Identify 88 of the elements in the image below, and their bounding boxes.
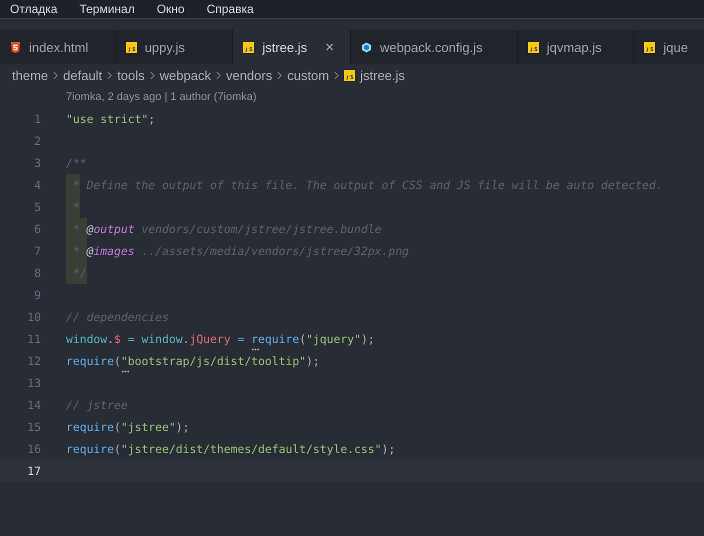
chevron-right-icon <box>107 70 112 80</box>
line-number: 16 <box>26 442 42 456</box>
chevron-right-icon <box>150 70 155 80</box>
code-identifier: window <box>66 332 108 346</box>
cube-icon <box>360 42 372 52</box>
code-property: $ <box>114 332 121 346</box>
comment-marker: */ <box>66 262 87 284</box>
breadcrumb-item[interactable]: default <box>63 68 102 82</box>
menu-item[interactable]: Окно <box>156 2 185 16</box>
line-number: 5 <box>33 200 42 214</box>
doc-tag: images <box>93 244 135 258</box>
line-number: 11 <box>26 332 42 346</box>
editor-tab[interactable]: jqvmap.js <box>518 30 634 64</box>
code-punctuation: ); <box>176 420 190 434</box>
line-number: 10 <box>26 310 42 324</box>
line-number: 3 <box>33 156 42 170</box>
breadcrumb-item[interactable]: custom <box>287 68 330 82</box>
breadcrumb-item[interactable]: theme <box>12 68 48 82</box>
code-punctuation: . <box>182 332 190 346</box>
string-literal: "use strict" <box>66 112 148 126</box>
line-number: 9 <box>33 288 42 302</box>
code-punctuation: . <box>107 332 114 346</box>
line-number: 12 <box>26 354 42 368</box>
string-literal: "jstree" <box>120 420 176 434</box>
code-comment: // dependencies <box>66 310 169 324</box>
doc-tag: @ <box>86 222 94 236</box>
code-punctuation: ); <box>381 442 396 456</box>
line-number: 2 <box>33 134 42 148</box>
code-comment: ../assets/media/vendors/jstree/32px.png <box>140 244 409 258</box>
code-punctuation: ); <box>306 354 320 368</box>
js-file-icon <box>243 42 254 52</box>
html-file-icon <box>10 42 21 52</box>
code-identifier: = <box>236 332 246 346</box>
menu-item[interactable]: Терминал <box>79 2 135 16</box>
line-number: 15 <box>26 420 42 434</box>
string-literal: "jstree/dist/themes/default/style.css" <box>120 442 382 456</box>
editor-tab[interactable]: index.html <box>0 30 116 64</box>
line-number: 8 <box>33 266 42 280</box>
editor-tab[interactable]: webpack.config.js <box>350 30 518 64</box>
function-name: require <box>66 354 114 368</box>
blame-annotation[interactable]: 7iomka, 2 days ago | 1 author (7iomka) <box>66 91 257 103</box>
doc-tag: @ <box>86 244 94 258</box>
function-name: require <box>66 442 114 456</box>
breadcrumb-item[interactable]: jstree.js <box>360 68 405 82</box>
line-number: 1 <box>33 112 42 126</box>
code-identifier: = window <box>126 332 183 346</box>
js-file-icon <box>528 42 539 52</box>
function-name: require <box>66 420 114 434</box>
breadcrumb-item[interactable]: webpack <box>160 68 211 82</box>
js-file-icon <box>126 42 137 52</box>
code-comment: vendors/custom/jstree/jstree.bundle <box>140 222 382 236</box>
editor-tab[interactable]: jstree.js × <box>233 30 351 64</box>
code-comment: /** <box>66 156 87 170</box>
line-number: 14 <box>26 398 42 412</box>
string-literal: "bootstrap/js/dist/tooltip" <box>120 354 306 368</box>
chevron-right-icon <box>216 70 221 80</box>
menu-item[interactable]: Справка <box>206 2 254 16</box>
code-punctuation: ); <box>360 332 375 346</box>
comment-marker: * <box>66 196 80 218</box>
menu-item[interactable]: Отладка <box>10 2 58 16</box>
breadcrumb-item[interactable]: vendors <box>226 68 272 82</box>
code-comment: // jstree <box>66 398 128 412</box>
line-number: 17 <box>26 464 42 478</box>
code-punctuation: ( <box>114 442 121 456</box>
comment-marker: * <box>66 174 80 196</box>
comment-marker: * <box>66 240 87 262</box>
function-name: require <box>251 332 300 346</box>
chevron-right-icon <box>277 70 282 80</box>
chevron-right-icon <box>53 70 58 80</box>
close-icon[interactable]: × <box>325 38 334 56</box>
line-number: 6 <box>33 222 42 236</box>
code-punctuation: ( <box>114 354 121 368</box>
doc-tag: output <box>93 222 135 236</box>
code-punctuation: ( <box>114 420 121 434</box>
code-punctuation: ; <box>148 112 156 126</box>
code-punctuation: ( <box>299 332 306 346</box>
breadcrumb-item[interactable]: tools <box>117 68 145 82</box>
chevron-right-icon <box>334 70 340 80</box>
code-property: jQuery <box>189 332 231 346</box>
comment-marker: * <box>66 218 87 240</box>
line-number: 7 <box>33 244 42 258</box>
line-number: 13 <box>26 376 42 390</box>
line-number: 4 <box>33 178 42 192</box>
string-literal: "jquery" <box>306 332 361 346</box>
js-file-icon <box>644 42 656 52</box>
editor-tab[interactable]: jque <box>634 30 704 64</box>
code-comment: Define the output of this file. The output of CSS and JS file will be auto detected. <box>86 178 663 192</box>
js-file-icon <box>344 70 356 80</box>
